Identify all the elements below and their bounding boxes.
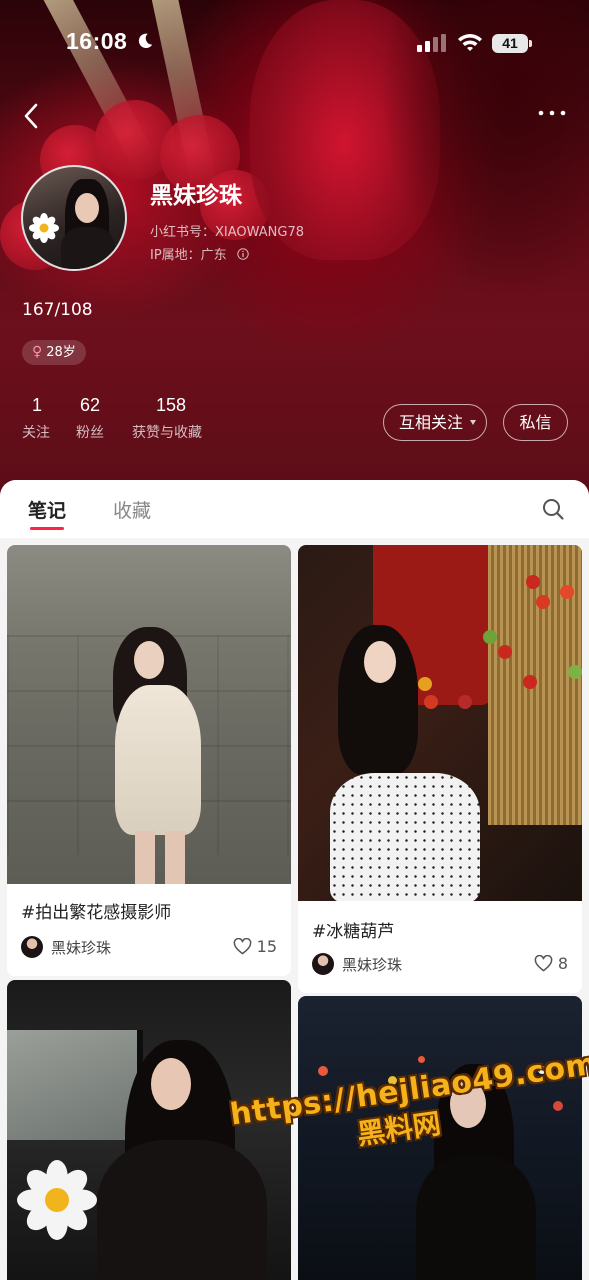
redbook-id: 小红书号：XIAOWANG78 bbox=[150, 225, 305, 240]
stat-value: 62 bbox=[80, 395, 101, 415]
profile-bio: 167/108 bbox=[22, 300, 93, 320]
stat-followers[interactable]: 62 粉丝 bbox=[76, 395, 104, 442]
age-label: 28岁 bbox=[46, 345, 76, 360]
like-count: 8 bbox=[557, 954, 568, 973]
tab-collections[interactable]: 收藏 bbox=[113, 496, 151, 523]
wifi-icon bbox=[458, 34, 482, 51]
active-tab-indicator bbox=[30, 527, 64, 530]
author-avatar bbox=[21, 936, 43, 958]
mutual-follow-button[interactable]: 互相关注 bbox=[383, 404, 487, 441]
note-card[interactable]: #冰糖葫芦 黑妹珍珠 8 bbox=[298, 545, 582, 993]
author-avatar bbox=[312, 953, 334, 975]
battery-level: 41 bbox=[492, 34, 528, 53]
signal-icon bbox=[417, 34, 446, 52]
note-cover-image bbox=[298, 545, 582, 901]
daisy-balloon-icon bbox=[29, 213, 59, 243]
profile-name: 黑妹珍珠 bbox=[150, 183, 242, 209]
note-title: #冰糖葫芦 bbox=[312, 922, 395, 942]
follow-button-label: 互相关注 bbox=[399, 413, 464, 432]
stat-label: 获赞与收藏 bbox=[132, 425, 202, 441]
ip-location: IP属地：广东 bbox=[150, 248, 227, 263]
note-card[interactable] bbox=[298, 996, 582, 1280]
battery-icon: 41 bbox=[492, 34, 534, 53]
note-cover-image bbox=[7, 545, 291, 884]
moon-icon bbox=[138, 33, 153, 49]
stat-likes-collections[interactable]: 158 获赞与收藏 bbox=[132, 395, 202, 442]
message-button[interactable]: 私信 bbox=[503, 404, 568, 441]
note-card[interactable] bbox=[7, 980, 291, 1280]
female-icon: ♀ bbox=[32, 344, 43, 360]
author-name: 黑妹珍珠 bbox=[51, 938, 112, 957]
like-button[interactable]: 8 bbox=[534, 954, 568, 973]
daisy-balloon-icon bbox=[17, 1160, 97, 1240]
gender-age-badge: ♀ 28岁 bbox=[22, 340, 86, 365]
caret-down-icon bbox=[470, 420, 476, 425]
status-bar: 16:08 41 bbox=[0, 0, 589, 88]
ip-location-row: IP属地：广东 bbox=[150, 244, 249, 263]
stat-value: 1 bbox=[32, 395, 43, 415]
like-count: 15 bbox=[256, 937, 277, 956]
avatar[interactable] bbox=[21, 165, 127, 271]
stat-value: 158 bbox=[156, 395, 187, 415]
note-cover-image bbox=[298, 996, 582, 1280]
tab-bar: 笔记 收藏 bbox=[0, 480, 589, 538]
chevron-left-icon[interactable] bbox=[18, 100, 46, 132]
note-card[interactable]: #拍出繁花感摄影师 黑妹珍珠 15 bbox=[7, 545, 291, 976]
heart-icon bbox=[233, 938, 251, 955]
like-button[interactable]: 15 bbox=[233, 937, 277, 956]
profile-header: 16:08 41 黑妹珍珠 小红书号：XIAOWANG78 IP属地：广东 16… bbox=[0, 0, 589, 500]
info-icon[interactable] bbox=[237, 248, 249, 260]
author-name: 黑妹珍珠 bbox=[342, 955, 403, 974]
note-cover-image bbox=[7, 980, 291, 1280]
note-author[interactable]: 黑妹珍珠 bbox=[21, 935, 111, 959]
more-horizontal-icon[interactable] bbox=[536, 104, 568, 122]
stat-label: 粉丝 bbox=[76, 425, 104, 441]
stat-label: 关注 bbox=[22, 425, 50, 441]
stat-following[interactable]: 1 关注 bbox=[22, 395, 50, 442]
tab-notes[interactable]: 笔记 bbox=[28, 496, 66, 523]
note-title: #拍出繁花感摄影师 bbox=[21, 903, 172, 923]
search-icon[interactable] bbox=[541, 497, 565, 521]
status-time: 16:08 bbox=[66, 28, 128, 54]
notes-section: 笔记 收藏 #拍出繁花感摄影师 黑妹珍珠 15 #冰糖葫芦 黑妹珍珠 8 bbox=[0, 480, 589, 1280]
note-author[interactable]: 黑妹珍珠 bbox=[312, 952, 402, 976]
heart-icon bbox=[534, 955, 553, 972]
